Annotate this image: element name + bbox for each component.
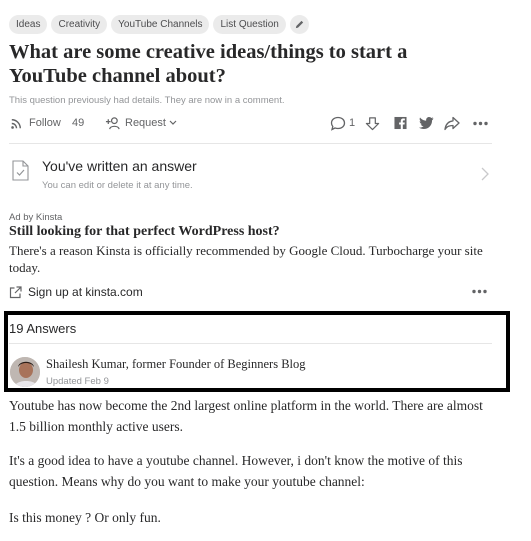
topic-chip-creativity[interactable]: Creativity [51, 15, 108, 34]
ad-link[interactable]: Sign up at kinsta.com [9, 285, 143, 299]
written-answer-title: You've written an answer [42, 158, 197, 174]
answer-paragraph: Youtube has now become the 2nd largest o… [9, 398, 483, 434]
request-button[interactable]: Request [125, 117, 166, 129]
comment-count: 1 [349, 117, 356, 129]
answers-divider [9, 343, 492, 344]
comment-icon[interactable] [330, 116, 346, 131]
question-title: What are some creative ideas/things to s… [9, 41, 408, 87]
ad-headline[interactable]: Still looking for that perfect WordPress… [9, 224, 280, 240]
twitter-icon[interactable] [419, 116, 434, 130]
ad-label: Ad by Kinsta [9, 212, 63, 223]
edit-topics-button[interactable] [289, 15, 309, 34]
facebook-icon[interactable] [394, 116, 407, 130]
question-details-note: This question previously had details. Th… [9, 95, 285, 106]
chevron-down-icon[interactable] [169, 120, 177, 126]
follow-count: 49 [72, 117, 85, 129]
answer-author[interactable]: Shailesh Kumar, former Founder of Beginn… [46, 357, 306, 372]
ad-body: There's a reason Kinsta is officially re… [9, 243, 483, 275]
external-link-icon [9, 285, 22, 298]
answers-count: 19 Answers [9, 321, 77, 336]
answer-paragraph: It's a good idea to have a youtube chann… [9, 453, 463, 489]
share-icon[interactable] [444, 116, 460, 131]
section-divider [9, 143, 492, 144]
document-check-icon [12, 160, 29, 181]
topic-chip-list-question[interactable]: List Question [213, 15, 286, 34]
question-action-bar: Follow 49 Request 1 [9, 115, 492, 133]
ad-link-text[interactable]: Sign up at kinsta.com [28, 285, 143, 299]
answer-updated-date[interactable]: Updated Feb 9 [46, 376, 109, 387]
follow-button[interactable]: Follow [29, 117, 61, 129]
topic-list: Ideas Creativity YouTube Channels List Q… [9, 15, 309, 34]
follow-rss-icon[interactable] [9, 116, 24, 131]
pencil-icon [295, 20, 304, 29]
more-icon[interactable] [473, 121, 488, 126]
answer-paragraph: Is this money ? Or only fun. [9, 510, 161, 525]
request-user-icon[interactable] [105, 116, 120, 131]
downvote-icon[interactable] [365, 116, 380, 131]
topic-chip-youtube-channels[interactable]: YouTube Channels [111, 15, 210, 34]
written-answer-notice[interactable]: You've written an answer You can edit or… [9, 148, 492, 200]
ad-more-icon[interactable] [472, 289, 487, 294]
avatar[interactable] [10, 357, 40, 387]
written-answer-subtitle: You can edit or delete it at any time. [42, 180, 193, 191]
topic-chip-ideas[interactable]: Ideas [9, 15, 48, 34]
chevron-right-icon [481, 167, 489, 181]
